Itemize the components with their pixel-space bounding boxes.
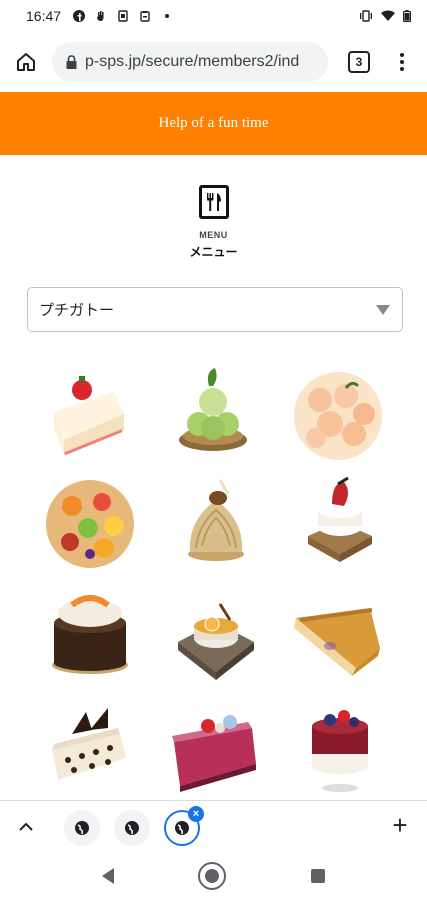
- lock-icon: [66, 55, 77, 69]
- tab-thumbnail-active[interactable]: ×: [164, 806, 204, 846]
- facebook-icon: [73, 10, 86, 22]
- fruit-tart-image: [46, 480, 134, 568]
- notification-icons: [73, 10, 173, 22]
- cake-item-apple-pie[interactable]: [290, 588, 386, 684]
- home-button[interactable]: [0, 38, 52, 86]
- home-icon: [17, 53, 35, 71]
- screenshot-icon: [118, 10, 128, 22]
- peach-tart-image: [294, 372, 382, 460]
- home-circle-icon[interactable]: [198, 862, 227, 890]
- dot-icon: [165, 14, 170, 18]
- globe-icon: [125, 821, 139, 835]
- menu-heading: MENU メニュー: [0, 185, 427, 260]
- wifi-icon: [381, 10, 395, 21]
- globe-icon: [175, 821, 189, 835]
- menu-dot-icon: [400, 53, 404, 57]
- tab-thumbnail-2[interactable]: [114, 810, 150, 846]
- category-select[interactable]: プチガトー: [27, 287, 403, 332]
- chevron-up-icon[interactable]: [16, 817, 36, 837]
- apple-pie-image: [294, 608, 380, 676]
- shortcake-image: [54, 376, 124, 456]
- tab-strip: × +: [0, 800, 427, 852]
- status-time: 16:47: [26, 8, 62, 24]
- cake-item-fruit-tart[interactable]: [42, 476, 138, 572]
- status-bar: 16:47: [0, 0, 427, 32]
- cake-item-mont-blanc[interactable]: [168, 470, 264, 566]
- battery-icon: [403, 10, 411, 22]
- menu-label-ja: メニュー: [189, 245, 238, 259]
- back-icon[interactable]: [102, 868, 115, 884]
- strawberry-decor-cake-image: [308, 476, 372, 562]
- header-banner: Help of a fun time: [0, 92, 427, 155]
- menu-label-en: MENU: [199, 230, 228, 240]
- tab-thumbnail-1[interactable]: [64, 810, 100, 846]
- browser-toolbar: p-sps.jp/secure/members2/ind 3: [0, 38, 427, 86]
- mont-blanc-image: [188, 479, 244, 561]
- cake-item-chocolate-layer-cake[interactable]: [42, 694, 138, 790]
- system-nav-bar: [0, 852, 427, 900]
- melon-cake-image: [179, 368, 247, 451]
- berry-mousse-image: [172, 715, 256, 792]
- cake-item-melon-cake[interactable]: [165, 362, 261, 458]
- menu-dot-icon: [400, 67, 404, 71]
- chocolate-layer-cake-image: [52, 708, 126, 780]
- chocolate-dome-image: [52, 595, 128, 674]
- recents-icon[interactable]: [310, 869, 325, 883]
- system-icons: [359, 10, 411, 22]
- cake-item-orange-mousse[interactable]: [168, 586, 264, 682]
- menu-dot-icon: [400, 60, 404, 64]
- cake-item-berry-mousse[interactable]: [168, 696, 264, 792]
- overflow-menu-button[interactable]: [392, 47, 412, 77]
- dropdown-arrow-icon: [376, 305, 390, 315]
- cake-item-shortcake[interactable]: [40, 362, 136, 458]
- cake-item-berry-cup-cake[interactable]: [292, 698, 388, 794]
- vibrate-icon: [360, 10, 372, 22]
- cake-item-peach-tart[interactable]: [290, 368, 386, 464]
- url-text: p-sps.jp/secure/members2/ind: [85, 53, 300, 70]
- globe-icon: [75, 821, 89, 835]
- category-select-value: プチガトー: [39, 302, 115, 319]
- cake-grid: [0, 358, 427, 798]
- fork-knife-icon: [198, 185, 229, 219]
- close-tab-icon[interactable]: ×: [188, 806, 204, 822]
- orange-mousse-image: [178, 603, 254, 680]
- new-tab-button[interactable]: +: [387, 812, 413, 839]
- clipboard-icon: [140, 11, 150, 22]
- cake-item-chocolate-dome[interactable]: [42, 583, 138, 679]
- berry-cup-cake-image: [312, 710, 368, 792]
- cake-item-strawberry-decor-cake[interactable]: [292, 470, 388, 566]
- address-bar[interactable]: p-sps.jp/secure/members2/ind: [52, 42, 328, 82]
- tab-switcher-button[interactable]: 3: [348, 51, 370, 73]
- hand-icon: [97, 11, 104, 21]
- banner-tagline: Help of a fun time: [158, 115, 269, 131]
